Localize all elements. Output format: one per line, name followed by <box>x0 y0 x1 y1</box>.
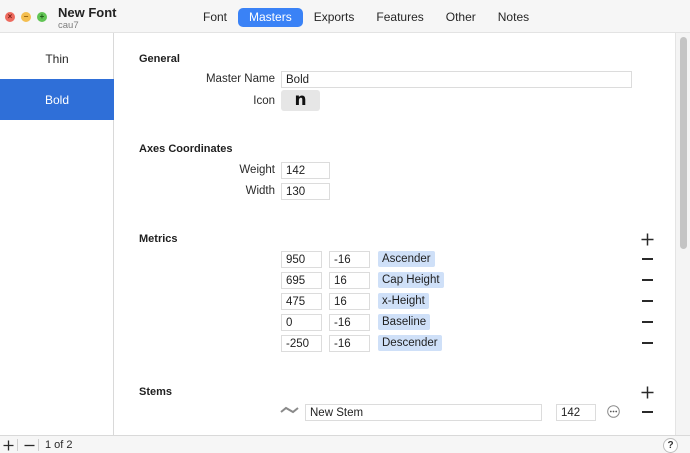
add-stem-button[interactable] <box>639 384 655 400</box>
axes-heading: Axes Coordinates <box>139 143 233 155</box>
remove-master-button[interactable] <box>22 438 36 452</box>
metric-name-tag[interactable]: Ascender <box>378 251 435 267</box>
tab-exports[interactable]: Exports <box>303 8 366 27</box>
title-bar: × − + New Font cau7 Font Masters Exports… <box>0 0 690 33</box>
sidebar-item-thin[interactable]: Thin <box>0 38 114 79</box>
metric-name-tag[interactable]: Descender <box>378 335 442 351</box>
metric-overshoot-field[interactable] <box>329 314 370 331</box>
metric-position-field[interactable] <box>281 335 322 352</box>
window-subtitle: cau7 <box>58 20 79 31</box>
weight-field[interactable] <box>281 162 330 179</box>
scrollbar-thumb[interactable] <box>680 37 687 249</box>
remove-metric-button[interactable] <box>639 335 655 351</box>
minimize-window-button[interactable]: − <box>21 12 31 22</box>
master-count: 1 of 2 <box>45 439 73 451</box>
bottom-bar: 1 of 2 ? <box>0 435 690 453</box>
tab-notes[interactable]: Notes <box>487 8 540 27</box>
metric-overshoot-field[interactable] <box>329 293 370 310</box>
tab-bar: Font Masters Exports Features Other Note… <box>192 8 540 27</box>
tab-font[interactable]: Font <box>192 8 238 27</box>
stems-heading: Stems <box>139 386 173 398</box>
close-icon: × <box>7 12 13 21</box>
metric-position-field[interactable] <box>281 272 322 289</box>
remove-metric-button[interactable] <box>639 293 655 309</box>
sidebar-item-bold[interactable]: Bold <box>0 79 114 120</box>
minus-icon <box>641 300 653 302</box>
remove-metric-button[interactable] <box>639 314 655 330</box>
add-metric-button[interactable] <box>639 231 655 247</box>
remove-metric-button[interactable] <box>639 251 655 267</box>
plus-icon <box>641 233 653 245</box>
master-icon-picker[interactable]: n <box>281 90 320 111</box>
add-master-button[interactable] <box>1 438 15 452</box>
tab-features[interactable]: Features <box>365 8 434 27</box>
metrics-heading: Metrics <box>139 233 178 245</box>
vertical-scrollbar[interactable] <box>675 33 690 435</box>
remove-stem-button[interactable] <box>639 404 655 420</box>
stem-direction-icon[interactable] <box>280 406 299 418</box>
metric-position-field[interactable] <box>281 251 322 268</box>
zoom-window-button[interactable]: + <box>37 12 47 22</box>
general-heading: General <box>139 53 180 65</box>
plus-icon <box>3 440 13 450</box>
tab-masters[interactable]: Masters <box>238 8 303 27</box>
metric-name-tag[interactable]: x-Height <box>378 293 429 309</box>
minus-icon <box>641 258 653 260</box>
divider <box>17 439 18 451</box>
minus-icon <box>641 321 653 323</box>
icon-label: Icon <box>253 95 275 107</box>
minus-icon <box>641 411 653 413</box>
width-field[interactable] <box>281 183 330 200</box>
minimize-icon: − <box>23 12 29 21</box>
remove-metric-button[interactable] <box>639 272 655 288</box>
minus-icon <box>641 342 653 344</box>
metric-overshoot-field[interactable] <box>329 272 370 289</box>
width-label: Width <box>245 185 275 197</box>
more-options-icon[interactable] <box>607 405 620 421</box>
metric-overshoot-field[interactable] <box>329 251 370 268</box>
window-title: New Font <box>58 5 117 20</box>
stem-value-field[interactable] <box>556 404 596 421</box>
minus-icon <box>641 279 653 281</box>
metric-position-field[interactable] <box>281 314 322 331</box>
master-settings-panel: General Master Name Icon n Axes Coordina… <box>115 33 675 435</box>
master-name-label: Master Name <box>205 73 275 85</box>
weight-label: Weight <box>239 164 275 176</box>
metric-name-tag[interactable]: Cap Height <box>378 272 444 288</box>
plus-icon <box>641 386 653 398</box>
help-icon: ? <box>667 440 674 451</box>
close-window-button[interactable]: × <box>5 12 15 22</box>
master-name-field[interactable] <box>281 71 632 88</box>
divider <box>38 439 39 451</box>
metric-position-field[interactable] <box>281 293 322 310</box>
metric-name-tag[interactable]: Baseline <box>378 314 431 330</box>
stem-name-field[interactable] <box>305 404 542 421</box>
master-glyph-icon: n <box>294 90 307 110</box>
metric-overshoot-field[interactable] <box>329 335 370 352</box>
minus-icon <box>24 444 34 446</box>
help-button[interactable]: ? <box>663 438 678 453</box>
plus-icon: + <box>39 12 45 21</box>
tab-other[interactable]: Other <box>435 8 487 27</box>
masters-sidebar: Thin Bold <box>0 33 114 435</box>
